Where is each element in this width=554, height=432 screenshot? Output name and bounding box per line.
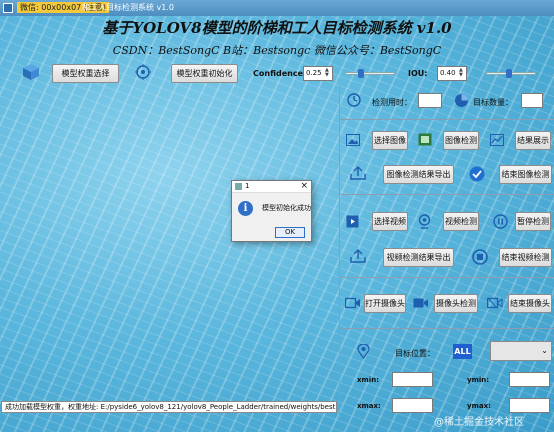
iou-spinbox[interactable]: 0.40 ▲ ▼ <box>437 66 467 81</box>
confidence-slider[interactable] <box>345 69 395 78</box>
ymin-field <box>509 372 550 387</box>
time-field <box>418 93 442 108</box>
target-select[interactable]: ⌄ <box>490 341 552 361</box>
close-camera-button[interactable]: 结束摄像头 <box>508 294 552 313</box>
check-circle-icon <box>469 166 485 182</box>
xmin-field <box>392 372 433 387</box>
confidence-value: 0.25 <box>306 69 322 77</box>
slider-handle[interactable] <box>506 69 513 78</box>
image-detect-icon <box>418 133 432 146</box>
ymax-label: ymax: <box>467 402 491 410</box>
slider-handle[interactable] <box>358 69 364 78</box>
pause-icon <box>493 214 508 229</box>
select-image-button[interactable]: 选择图像 <box>372 131 408 150</box>
end-video-detect-button[interactable]: 结束视频检测 <box>499 248 552 267</box>
stop-circle-icon <box>472 249 488 265</box>
window-title: 和工人目标检测系统 v1.0 <box>82 3 174 12</box>
time-label: 检测用时： <box>372 98 412 107</box>
line-chart-icon <box>490 134 504 146</box>
init-weights-button[interactable]: 模型权重初始化 <box>171 64 238 83</box>
iou-label: IOU: <box>408 69 428 78</box>
select-video-button[interactable]: 选择视频 <box>372 212 408 231</box>
export-video-result-button[interactable]: 视频检测结果导出 <box>383 248 454 267</box>
video-detect-button[interactable]: 视频检测 <box>443 212 479 231</box>
dialog-titlebar: 1 × <box>232 181 311 193</box>
section-divider <box>339 277 554 278</box>
section-divider <box>339 194 554 195</box>
page-title: 基于YOLOV8模型的阶梯和工人目标检测系统 v1.0 <box>102 19 452 37</box>
export-image-result-button[interactable]: 图像检测结果导出 <box>383 165 454 184</box>
count-label: 目标数量： <box>473 98 513 107</box>
clock-icon <box>347 93 361 107</box>
status-bar: 成功加载模型权重，权重地址: E:/pyside6_yolov8_121/yol… <box>1 401 337 413</box>
camera-off-icon <box>487 297 503 309</box>
info-icon: i <box>238 201 253 216</box>
image-detect-button[interactable]: 图像检测 <box>443 131 479 150</box>
watermark: @稀土掘金技术社区 <box>434 417 524 428</box>
camera-icon <box>345 297 361 309</box>
confidence-spinbox[interactable]: 0.25 ▲ ▼ <box>303 66 333 81</box>
xmax-label: xmax: <box>357 402 381 410</box>
dialog-app-icon <box>235 183 242 190</box>
camera-detect-button[interactable]: 摄像头检测 <box>434 294 478 313</box>
video-detect-icon <box>417 214 432 229</box>
iou-slider[interactable] <box>486 69 536 78</box>
target-position-label: 目标位置： <box>395 349 435 358</box>
export-icon <box>350 249 366 263</box>
location-pin-icon <box>357 344 370 359</box>
spin-arrows-icon: ▲ ▼ <box>459 67 463 78</box>
image-icon <box>346 134 360 146</box>
ymax-field <box>509 398 550 413</box>
xmax-field <box>392 398 433 413</box>
message-dialog: 1 × i 模型初始化成功 OK <box>231 180 312 242</box>
section-divider <box>339 119 554 120</box>
cube-icon <box>22 63 40 81</box>
video-file-icon <box>346 215 359 228</box>
dialog-message: 模型初始化成功 <box>262 204 311 212</box>
xmin-label: xmin: <box>357 376 379 384</box>
pie-chart-icon <box>454 93 469 108</box>
select-weights-button[interactable]: 模型权重选择 <box>52 64 119 83</box>
export-icon <box>350 166 366 180</box>
section-divider <box>339 328 554 329</box>
dialog-title: 1 <box>245 182 250 190</box>
target-icon <box>135 64 151 80</box>
chevron-down-icon: ⌄ <box>541 346 548 355</box>
result-show-button[interactable]: 结果展示 <box>515 131 551 150</box>
close-icon[interactable]: × <box>300 181 308 191</box>
page-subtitle: CSDN：BestSongC B站：Bestsongc 微信公众号：BestSo… <box>112 44 442 57</box>
iou-value: 0.40 <box>440 69 456 77</box>
panel-divider <box>339 86 340 418</box>
app-icon <box>3 3 13 13</box>
end-image-detect-button[interactable]: 结束图像检测 <box>499 165 552 184</box>
count-field <box>521 93 543 108</box>
open-camera-button[interactable]: 打开摄像头 <box>364 294 406 313</box>
all-badge: ALL <box>453 344 472 359</box>
ok-button[interactable]: OK <box>275 227 305 238</box>
pause-detect-button[interactable]: 暂停检测 <box>515 212 551 231</box>
camera-detect-icon <box>413 297 429 309</box>
window-titlebar: 微信: 00x00x07 (注意) 和工人目标检测系统 v1.0 <box>0 0 554 16</box>
spin-arrows-icon: ▲ ▼ <box>325 67 329 78</box>
ymin-label: ymin: <box>467 376 490 384</box>
confidence-label: Confidence: <box>253 69 307 78</box>
